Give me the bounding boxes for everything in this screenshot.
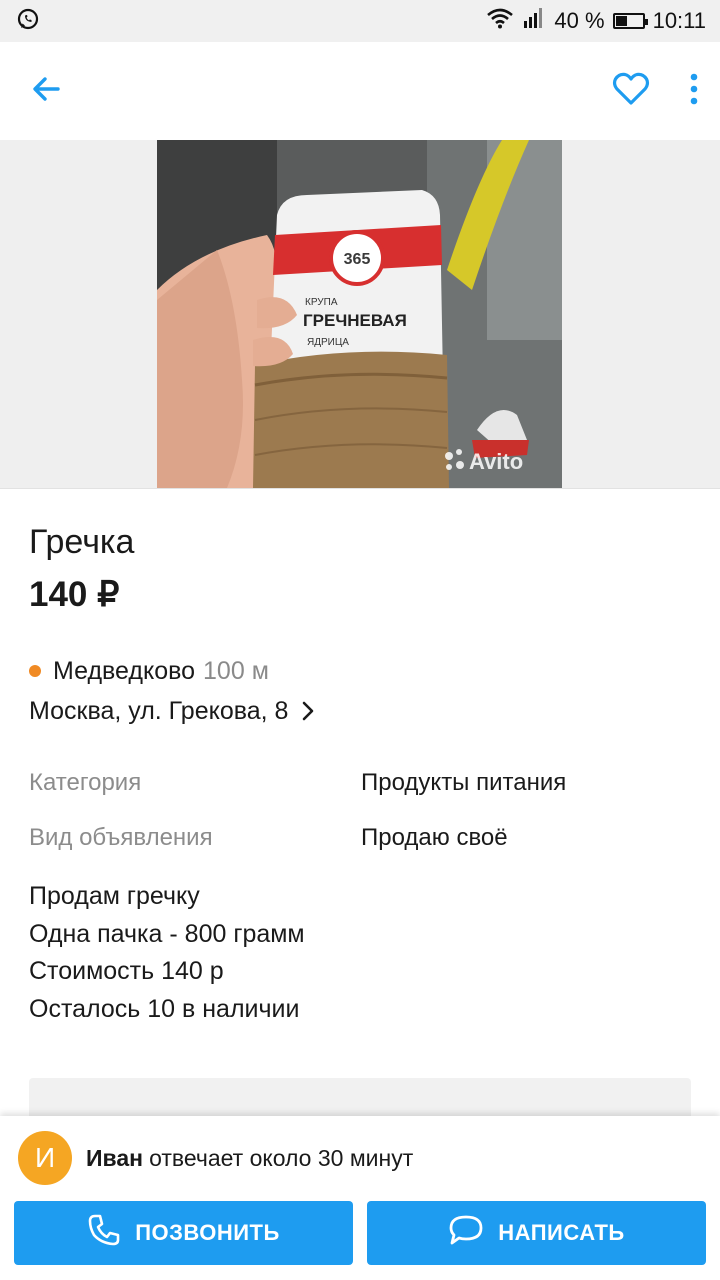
write-button-label: НАПИСАТЬ — [498, 1220, 625, 1245]
metro-location: Медведково 100 м — [29, 656, 691, 686]
seller-name: Иван — [86, 1144, 144, 1171]
back-arrow-icon — [30, 73, 62, 110]
battery-percent: 40 % — [554, 8, 605, 33]
address-text: Москва, ул. Грекова, 8 — [29, 697, 289, 725]
avatar: И — [18, 1131, 72, 1185]
param-row: Вид объявления Продаю своё — [29, 823, 691, 853]
signal-icon — [522, 7, 546, 35]
metro-dot-icon — [29, 665, 41, 677]
address-link[interactable]: Москва, ул. Грекова, 8 — [29, 696, 691, 726]
clock: 10:11 — [652, 8, 706, 33]
description-line: Осталось 10 в наличии — [29, 994, 300, 1023]
ad-content: Гречка 140 ₽ Медведково 100 м Москва, ул… — [29, 488, 691, 1028]
description-line: Стоимость 140 р — [29, 957, 224, 985]
seller-info[interactable]: И Иван отвечает около 30 минут — [18, 1131, 413, 1185]
metro-distance: 100 м — [203, 657, 269, 685]
favorite-button[interactable] — [612, 72, 650, 111]
package-line-2: ГРЕЧНЕВАЯ — [303, 311, 407, 330]
more-vert-icon — [690, 73, 698, 110]
app-bar — [0, 42, 720, 140]
param-key: Вид объявления — [29, 824, 213, 851]
avito-watermark: Avito — [469, 449, 523, 474]
seller-response-time: отвечает около 30 минут — [149, 1144, 414, 1171]
param-value: Продаю своё — [361, 824, 508, 851]
chevron-right-icon — [302, 701, 314, 721]
battery-icon — [612, 13, 648, 29]
whatsapp-icon — [16, 7, 40, 36]
product-photo[interactable]: 365 КРУПА ГРЕЧНЕВАЯ ЯДРИЦА Avito — [157, 140, 562, 488]
ad-price: 140 ₽ — [29, 575, 120, 614]
ad-title: Гречка — [29, 523, 135, 561]
phone-icon — [87, 1213, 135, 1253]
package-brand: 365 — [344, 251, 371, 268]
chat-bubble-icon — [448, 1214, 498, 1252]
description-line: Продам гречку — [29, 882, 200, 910]
more-options-button[interactable] — [690, 73, 698, 110]
call-button-label: ПОЗВОНИТЬ — [135, 1220, 280, 1245]
call-button[interactable]: ПОЗВОНИТЬ — [14, 1201, 353, 1265]
write-button[interactable]: НАПИСАТЬ — [367, 1201, 706, 1265]
param-row: Категория Продукты питания — [29, 768, 691, 798]
back-button[interactable] — [30, 73, 62, 110]
favorite-heart-icon — [612, 72, 650, 111]
metro-station: Медведково — [53, 657, 196, 685]
ad-description: Продам гречку Одна пачка - 800 грамм Сто… — [29, 878, 691, 1028]
contact-bar: И Иван отвечает около 30 минут ПОЗВОНИТЬ… — [0, 1116, 720, 1280]
param-key: Категория — [29, 769, 142, 796]
param-value: Продукты питания — [361, 769, 567, 796]
description-line: Одна пачка - 800 грамм — [29, 919, 305, 948]
photo-gallery[interactable]: 365 КРУПА ГРЕЧНЕВАЯ ЯДРИЦА Avito — [0, 140, 720, 489]
wifi-icon — [486, 7, 514, 35]
package-line-3: ЯДРИЦА — [307, 337, 349, 348]
package-line-1: КРУПА — [305, 297, 338, 308]
ad-params: Категория Продукты питания Вид объявлени… — [29, 768, 691, 853]
status-bar: 40 % 10:11 — [0, 0, 720, 42]
